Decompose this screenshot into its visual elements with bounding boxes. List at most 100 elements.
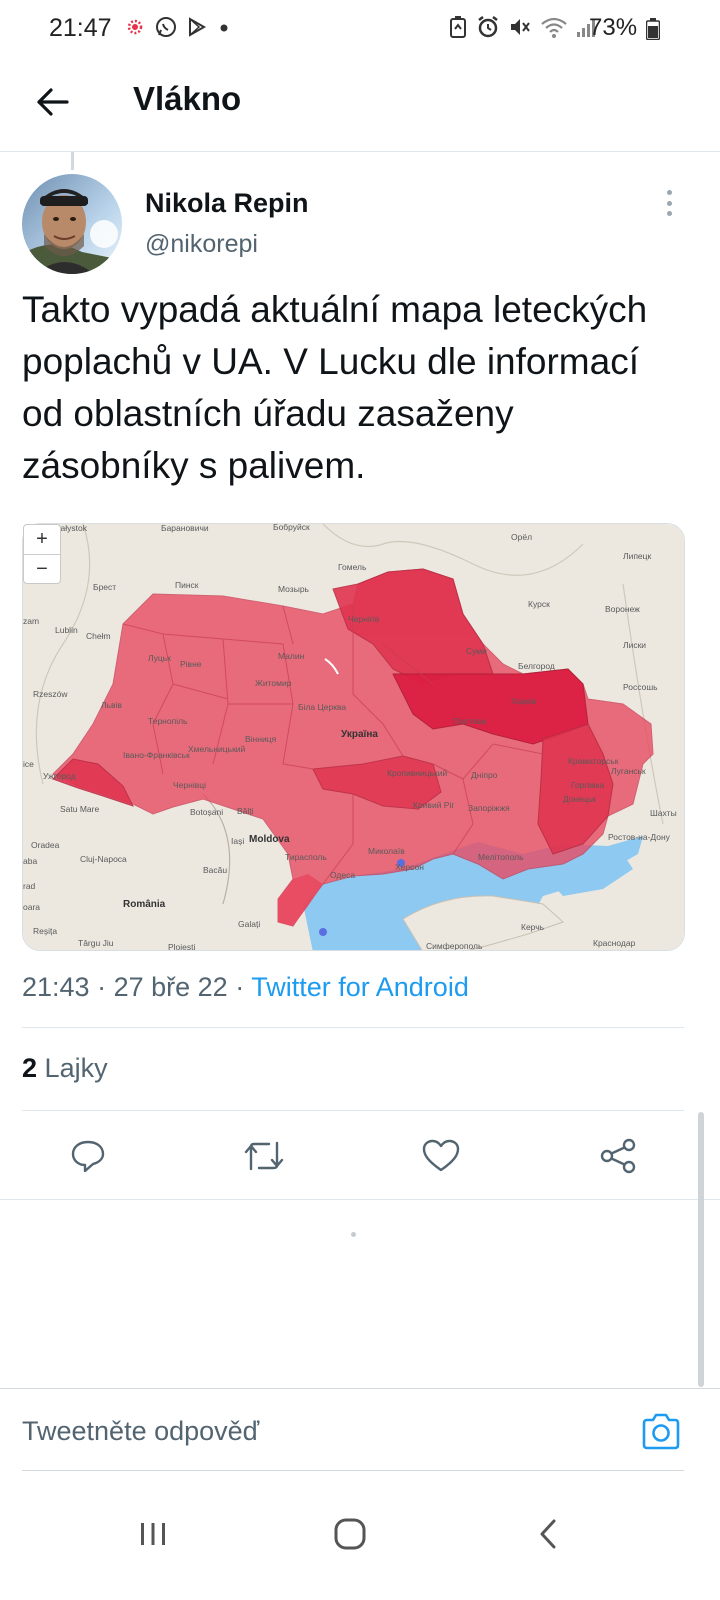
map-zoom-control: + −	[23, 524, 61, 584]
map-label: Oradea	[31, 840, 60, 850]
battery-icon	[646, 18, 660, 40]
camera-icon	[642, 1413, 680, 1450]
tweet-map-image[interactable]: Białystok Барановичи Бобруйск Орёл Брест…	[22, 523, 685, 951]
map-label: Івано-Франківськ	[123, 750, 190, 760]
like-button[interactable]	[419, 1134, 463, 1178]
map-label: Воронеж	[605, 604, 640, 614]
map-label: Satu Mare	[60, 804, 99, 814]
map-label: Botoșani	[190, 807, 223, 817]
share-button[interactable]	[596, 1134, 640, 1178]
dot-icon	[220, 24, 228, 32]
alert-map: Białystok Барановичи Бобруйск Орёл Брест…	[23, 524, 684, 951]
likes-number: 2	[22, 1053, 38, 1083]
meta-separator: ·	[97, 972, 107, 1002]
map-label: Брест	[93, 582, 116, 592]
map-label: Кропивницький	[387, 768, 447, 778]
map-label: Cluj-Napoca	[80, 854, 127, 864]
zoom-in-button[interactable]: +	[24, 525, 60, 554]
scrollbar[interactable]	[698, 1112, 704, 1387]
tweet-actions	[0, 1112, 720, 1200]
retweet-button[interactable]	[242, 1134, 286, 1178]
author-handle: @nikorepi	[145, 230, 258, 258]
map-label: Ростов-на-Дону	[608, 832, 671, 842]
map-label: Гомель	[338, 562, 367, 572]
likes-count[interactable]: 2 Lajky	[22, 1053, 108, 1084]
back-button[interactable]	[30, 80, 74, 124]
status-time: 21:47	[49, 14, 112, 42]
map-label: Луцьк	[148, 653, 171, 663]
map-label: România	[123, 899, 166, 910]
map-label: Тернопіль	[148, 716, 188, 726]
arrow-left-icon	[37, 88, 69, 116]
map-label: Барановичи	[161, 524, 209, 533]
map-label: Дніпро	[471, 770, 498, 780]
map-label: Bacău	[203, 865, 227, 875]
map-label: Донецьк	[563, 794, 596, 804]
map-label: Кривий Ріг	[413, 800, 454, 810]
author-display-name[interactable]: Nikola Repin	[145, 188, 309, 219]
map-label: Житомир	[255, 678, 292, 688]
map-label: Симферополь	[426, 941, 483, 951]
map-label: oara	[23, 902, 40, 912]
avatar[interactable]	[22, 174, 122, 274]
wifi-icon	[541, 17, 567, 38]
loading-indicator	[351, 1232, 356, 1237]
map-label: Запоріжжя	[468, 803, 510, 813]
recents-icon	[141, 1523, 165, 1545]
zoom-out-button[interactable]: −	[24, 554, 60, 583]
reply-underline	[22, 1470, 684, 1471]
map-label: Краматорськ	[568, 756, 619, 766]
reply-button[interactable]	[66, 1134, 110, 1178]
map-label: Пинск	[175, 580, 199, 590]
map-label: Полтава	[453, 716, 487, 726]
home-icon	[334, 1518, 366, 1550]
map-label: Rzeszów	[33, 689, 68, 699]
divider	[22, 1027, 684, 1028]
map-label: Лиски	[623, 640, 646, 650]
map-label: Reșița	[33, 926, 57, 936]
map-label: Moldova	[249, 834, 290, 845]
map-label: Bălți	[237, 806, 254, 816]
map-label: Малин	[278, 651, 305, 661]
system-nav-bar	[0, 1490, 720, 1600]
tweet-date: 27 bře 22	[113, 972, 228, 1002]
recents-button[interactable]	[123, 1504, 183, 1564]
divider	[22, 1110, 684, 1111]
map-label: Керчь	[521, 922, 545, 932]
map-label: Чернівці	[173, 780, 206, 790]
map-label: Орёл	[511, 532, 532, 542]
map-label: zam	[23, 616, 39, 626]
more-options-button[interactable]	[655, 186, 683, 220]
map-label: Харків	[511, 696, 537, 706]
map-label: rad	[23, 881, 36, 891]
likes-label: Lajky	[44, 1053, 108, 1083]
back-icon	[540, 1519, 556, 1549]
battery-percent: 73%	[589, 14, 638, 41]
back-nav-button[interactable]	[518, 1504, 578, 1564]
map-label: Белгород	[518, 661, 555, 671]
app-header: Vlákno	[0, 60, 720, 152]
alarm-icon	[478, 16, 498, 38]
map-label: Galați	[238, 919, 260, 929]
map-label: Бобруйск	[273, 524, 310, 532]
home-button[interactable]	[320, 1504, 380, 1564]
map-label: Вінниця	[245, 734, 277, 744]
map-label: Chełm	[86, 631, 111, 641]
map-label: Ploiești	[168, 942, 196, 951]
share-icon	[600, 1138, 636, 1174]
map-label: Россошь	[623, 682, 658, 692]
reply-input[interactable]: Tweetněte odpověď	[22, 1411, 622, 1451]
map-label: Iași	[231, 836, 244, 846]
map-label: Чернігів	[348, 614, 380, 624]
map-label: ice	[23, 759, 34, 769]
play-store-icon	[189, 17, 207, 37]
reply-icon	[71, 1140, 105, 1173]
status-bar: 21:47 73%	[0, 0, 720, 60]
mute-icon	[511, 19, 530, 35]
whatsapp-icon	[156, 17, 176, 37]
location-pin	[319, 928, 327, 936]
map-label: Львів	[101, 700, 122, 710]
camera-button[interactable]	[640, 1413, 682, 1453]
tweet-source-link[interactable]: Twitter for Android	[251, 972, 469, 1002]
retweet-icon	[244, 1141, 284, 1171]
